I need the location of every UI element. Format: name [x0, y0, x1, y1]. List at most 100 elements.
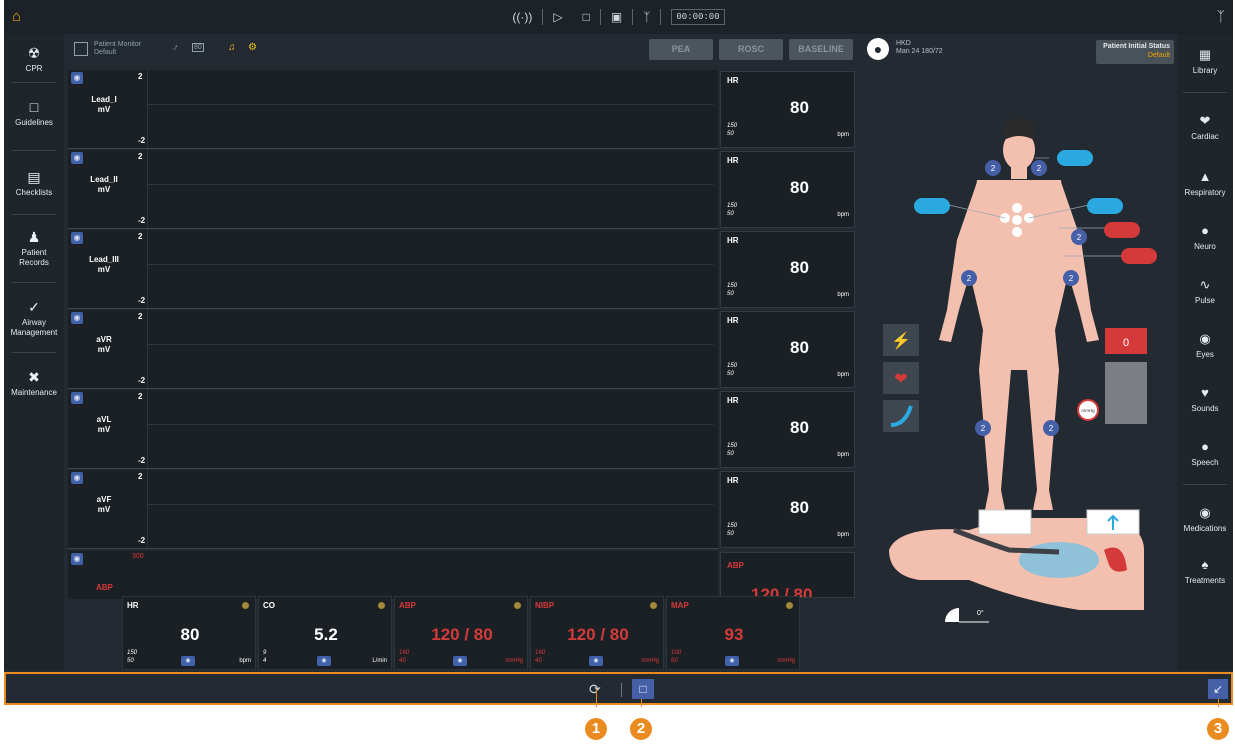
patient-records-icon: ♟	[27, 229, 41, 245]
wave-lead-label: Lead_II mV	[84, 175, 124, 195]
eye-toggle-icon[interactable]: ◉	[71, 312, 83, 324]
eye-toggle-icon[interactable]: ◉	[71, 553, 83, 565]
eye-toggle-icon[interactable]: ◉	[181, 656, 195, 666]
collapse-button[interactable]: ↙	[1208, 679, 1228, 699]
eye-toggle-icon[interactable]: ◉	[71, 72, 83, 84]
param-label: HR	[127, 601, 139, 610]
lead-name: Lead_III	[89, 255, 119, 264]
state-button-baseline[interactable]: BASELINE	[789, 39, 853, 60]
play-icon[interactable]: ▷	[553, 10, 562, 24]
sidebar-item-maintenance[interactable]: ✖ Maintenance	[8, 368, 60, 398]
sidebar-item-pulse[interactable]: ∿ Pulse	[1179, 276, 1231, 305]
eye-toggle-icon[interactable]: ◉	[71, 392, 83, 404]
param-unit: bpm	[837, 452, 849, 458]
sidebar-item-label: Patient Records	[19, 248, 49, 267]
alarm-low: 50	[127, 658, 134, 664]
monitor-header: Patient Monitor Default ⍻ 80 ♫ ⚙ PEA ROS…	[64, 34, 1177, 68]
sidebar-item-label: Library	[1192, 66, 1218, 75]
waveform-row: ◉ aVL mV 2 -2	[68, 390, 718, 469]
layout-subtitle: Default	[94, 49, 117, 56]
sidebar-item-library[interactable]: ▦ Library	[1179, 46, 1231, 75]
sidebar-item-medications[interactable]: ◉ Medications	[1179, 504, 1231, 533]
vital-tile-co[interactable]: CO 5.2 9 4 ◉ L/min	[258, 596, 392, 670]
eye-toggle-icon[interactable]: ◉	[725, 656, 739, 666]
hr-numeric-box[interactable]: HR 80 150 50 bpm	[720, 231, 855, 308]
param-value: 80	[180, 625, 200, 644]
eye-toggle-icon[interactable]: ◉	[589, 656, 603, 666]
param-value: 80	[790, 338, 809, 357]
param-unit: mmHg	[505, 658, 523, 664]
state-button-pea[interactable]: PEA	[649, 39, 713, 60]
sidebar-item-patient-records[interactable]: ♟ Patient Records	[8, 228, 60, 268]
chat-button[interactable]: □	[632, 679, 654, 699]
sensor-pill-alarm[interactable]	[1121, 248, 1157, 264]
patient-details: Man 24 180/72	[896, 48, 943, 55]
abp-numeric-box[interactable]: ABP 120 / 80	[720, 552, 855, 598]
sensor-pill[interactable]	[1057, 150, 1093, 166]
save-icon[interactable]: ▣	[611, 10, 622, 24]
sidebar-item-airway-management[interactable]: ✓ Airway Management	[8, 298, 60, 338]
sidebar-item-sounds[interactable]: ♥ Sounds	[1179, 384, 1231, 413]
hr-numeric-box[interactable]: HR 80 150 50 bpm	[720, 151, 855, 228]
layout-selector[interactable]: Patient Monitor Default	[94, 41, 141, 57]
app-window: ⌂ ((·)) ▷ □ ▣ ᛉ 00:00:00 ᛉ ☢ CPR □ Guide…	[4, 0, 1233, 704]
history-icon[interactable]: ⟳	[589, 681, 601, 698]
eye-toggle-icon[interactable]: ◉	[71, 472, 83, 484]
eye-toggle-icon[interactable]: ◉	[317, 656, 331, 666]
sidebar-item-cpr[interactable]: ☢ CPR	[8, 44, 60, 74]
sidebar-item-eyes[interactable]: ◉ Eyes	[1179, 330, 1231, 359]
vital-tile-nibp[interactable]: NIBP 120 / 80 160 40 ◉ mmHg	[530, 596, 664, 670]
wave-max: 300	[132, 553, 144, 560]
pulse-icon: ∿	[1199, 277, 1211, 292]
param-label: NIBP	[535, 601, 555, 610]
home-icon[interactable]: ⌂	[12, 8, 21, 25]
eye-toggle-icon[interactable]: ◉	[71, 152, 83, 164]
param-label: HR	[727, 236, 739, 245]
patient-initial-status-button[interactable]: Patient Initial Status Default	[1096, 40, 1174, 64]
stop-icon[interactable]: □	[583, 10, 590, 24]
alarm-indicator-icon	[378, 602, 385, 609]
eye-toggle-icon[interactable]: ◉	[71, 232, 83, 244]
hr-numeric-box[interactable]: HR 80 150 50 bpm	[720, 71, 855, 148]
waveform-icon[interactable]: ⍻	[172, 42, 178, 53]
sidebar-item-checklists[interactable]: ▤ Checklists	[8, 168, 60, 198]
alarm-settings-icon[interactable]: ⚙	[248, 42, 257, 53]
sidebar-item-cardiac[interactable]: ❤ Cardiac	[1179, 112, 1231, 141]
vital-tile-hr[interactable]: HR 80 150 50 ◉ bpm	[122, 596, 256, 670]
sidebar-item-neuro[interactable]: ● Neuro	[1179, 222, 1231, 251]
sidebar-item-treatments[interactable]: ♠ Treatments	[1179, 556, 1231, 585]
eye-toggle-icon[interactable]: ◉	[453, 656, 467, 666]
sidebar-item-guidelines[interactable]: □ Guidelines	[8, 98, 60, 128]
bluetooth-icon[interactable]: ᛉ	[643, 10, 650, 24]
sidebar-item-speech[interactable]: ● Speech	[1179, 438, 1231, 467]
param-unit: bpm	[239, 658, 251, 664]
wave-min: -2	[138, 456, 146, 465]
patient-name: HKD	[896, 40, 911, 47]
wave-baseline	[148, 264, 714, 265]
alarm-sound-icon[interactable]: ♫	[228, 42, 236, 53]
bp-unit: mmHg	[1081, 408, 1095, 413]
airway-zoom-box	[978, 509, 1032, 535]
vital-tile-map[interactable]: MAP 93 100 60 ◉ mmHg	[666, 596, 800, 670]
sidebar-item-respiratory[interactable]: ▲ Respiratory	[1179, 168, 1231, 197]
sidebar-divider	[12, 82, 56, 83]
signal-icon[interactable]: ((·))	[512, 10, 532, 24]
vital-tile-abp[interactable]: ABP 120 / 80 160 40 ◉ mmHg	[394, 596, 528, 670]
sensor-pill-alarm[interactable]	[1104, 222, 1140, 238]
sidebar-item-label: Cardiac	[1191, 132, 1219, 141]
state-button-rosc[interactable]: ROSC	[719, 39, 783, 60]
sensor-pill[interactable]	[1087, 198, 1123, 214]
tube-button[interactable]	[883, 400, 919, 432]
param-value: 80	[790, 418, 809, 437]
hr-numeric-box[interactable]: HR 80 150 50 bpm	[720, 391, 855, 468]
alarm-low: 50	[727, 371, 734, 377]
layout-icon[interactable]	[74, 42, 88, 56]
lead-unit: mV	[97, 505, 111, 514]
numeric-icon[interactable]: 80	[192, 43, 204, 52]
hr-numeric-box[interactable]: HR 80 150 50 bpm	[720, 311, 855, 388]
wave-min: -2	[138, 216, 146, 225]
sensor-pill[interactable]	[914, 198, 950, 214]
alarm-high: 150	[727, 203, 738, 209]
hr-numeric-box[interactable]: HR 80 150 50 bpm	[720, 471, 855, 548]
patient-avatar[interactable]: ●	[867, 38, 889, 60]
